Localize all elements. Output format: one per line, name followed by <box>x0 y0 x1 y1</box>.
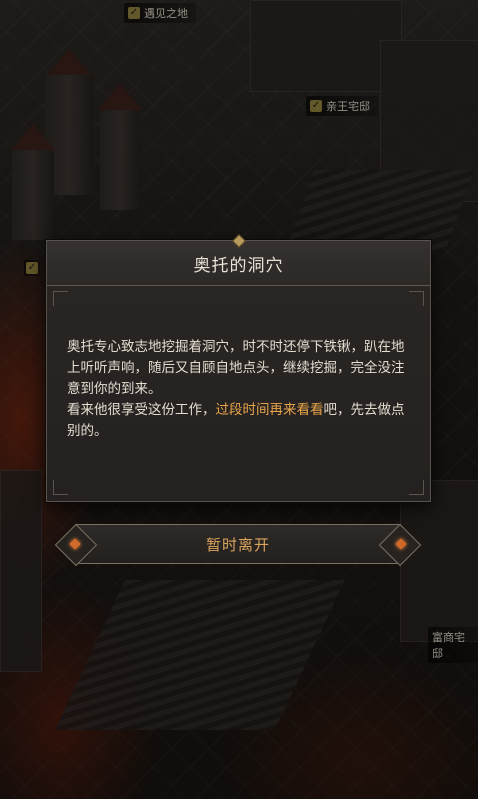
corner-ornament <box>409 480 424 495</box>
dialog-paragraph: 奥托专心致志地挖掘着洞穴，时不时还停下铁锹，趴在地上听听声响，随后又自顾自地点头… <box>67 339 405 397</box>
dialog-body: 奥托专心致志地挖掘着洞穴，时不时还停下铁锹，趴在地上听听声响，随后又自顾自地点头… <box>67 337 410 442</box>
diamond-ornament-icon <box>69 538 81 550</box>
dialog-title: 奥托的洞穴 <box>193 255 284 276</box>
event-dialog: 奥托的洞穴 奥托专心致志地挖掘着洞穴，时不时还停下铁锹，趴在地上听听声响，随后又… <box>46 233 431 502</box>
dialog-header: 奥托的洞穴 <box>47 233 430 286</box>
corner-ornament <box>409 291 424 306</box>
corner-ornament <box>53 480 68 495</box>
dialog-paragraph: 看来他很享受这份工作，过段时间再来看看吧，先去做点别的。 <box>67 402 405 439</box>
leave-button-label: 暂时离开 <box>205 535 270 554</box>
leave-for-now-button[interactable]: 暂时离开 <box>69 524 407 564</box>
diamond-ornament-icon <box>395 538 407 550</box>
highlighted-hint: 过段时间再来看看 <box>215 402 324 418</box>
corner-ornament <box>53 291 68 306</box>
